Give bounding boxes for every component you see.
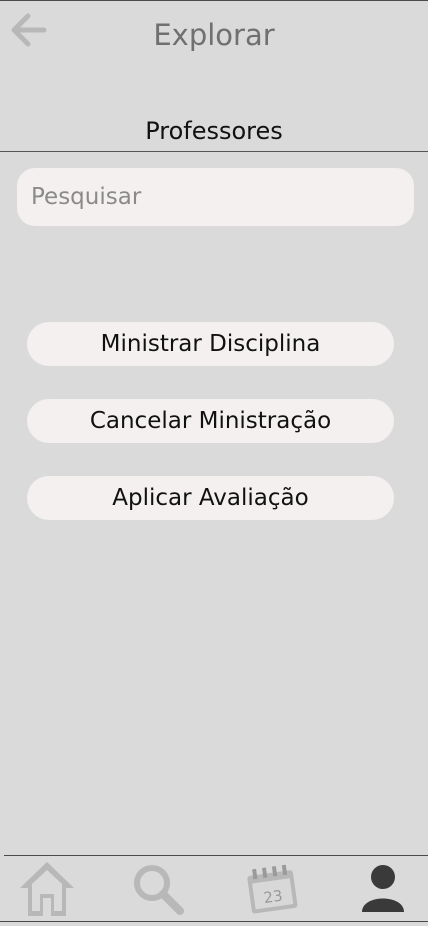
- aplicar-avaliacao-button[interactable]: Aplicar Avaliação: [27, 476, 394, 520]
- nav-profile[interactable]: [348, 858, 418, 920]
- page-title: Explorar: [153, 18, 275, 52]
- ministrar-disciplina-button[interactable]: Ministrar Disciplina: [27, 322, 394, 366]
- nav-home[interactable]: [12, 858, 82, 920]
- search-icon: [134, 865, 184, 915]
- search-input[interactable]: Pesquisar: [17, 168, 414, 226]
- user-profile-icon: [362, 865, 404, 912]
- nav-calendar[interactable]: 23: [236, 858, 306, 920]
- button-label: Aplicar Avaliação: [112, 485, 309, 511]
- calendar-icon: 23: [247, 864, 298, 914]
- calendar-day: 23: [262, 887, 283, 907]
- nav-search[interactable]: [123, 858, 193, 920]
- bottom-nav-divider: [4, 855, 428, 856]
- cancelar-ministracao-button[interactable]: Cancelar Ministração: [27, 399, 394, 443]
- home-icon: [20, 862, 74, 916]
- bottom-edge-divider: [0, 921, 428, 922]
- section-title: Professores: [145, 117, 283, 145]
- top-divider: [0, 0, 428, 1]
- section-divider: [0, 151, 428, 152]
- button-label: Cancelar Ministração: [89, 408, 332, 434]
- search-placeholder: Pesquisar: [31, 184, 142, 210]
- button-label: Ministrar Disciplina: [100, 331, 321, 357]
